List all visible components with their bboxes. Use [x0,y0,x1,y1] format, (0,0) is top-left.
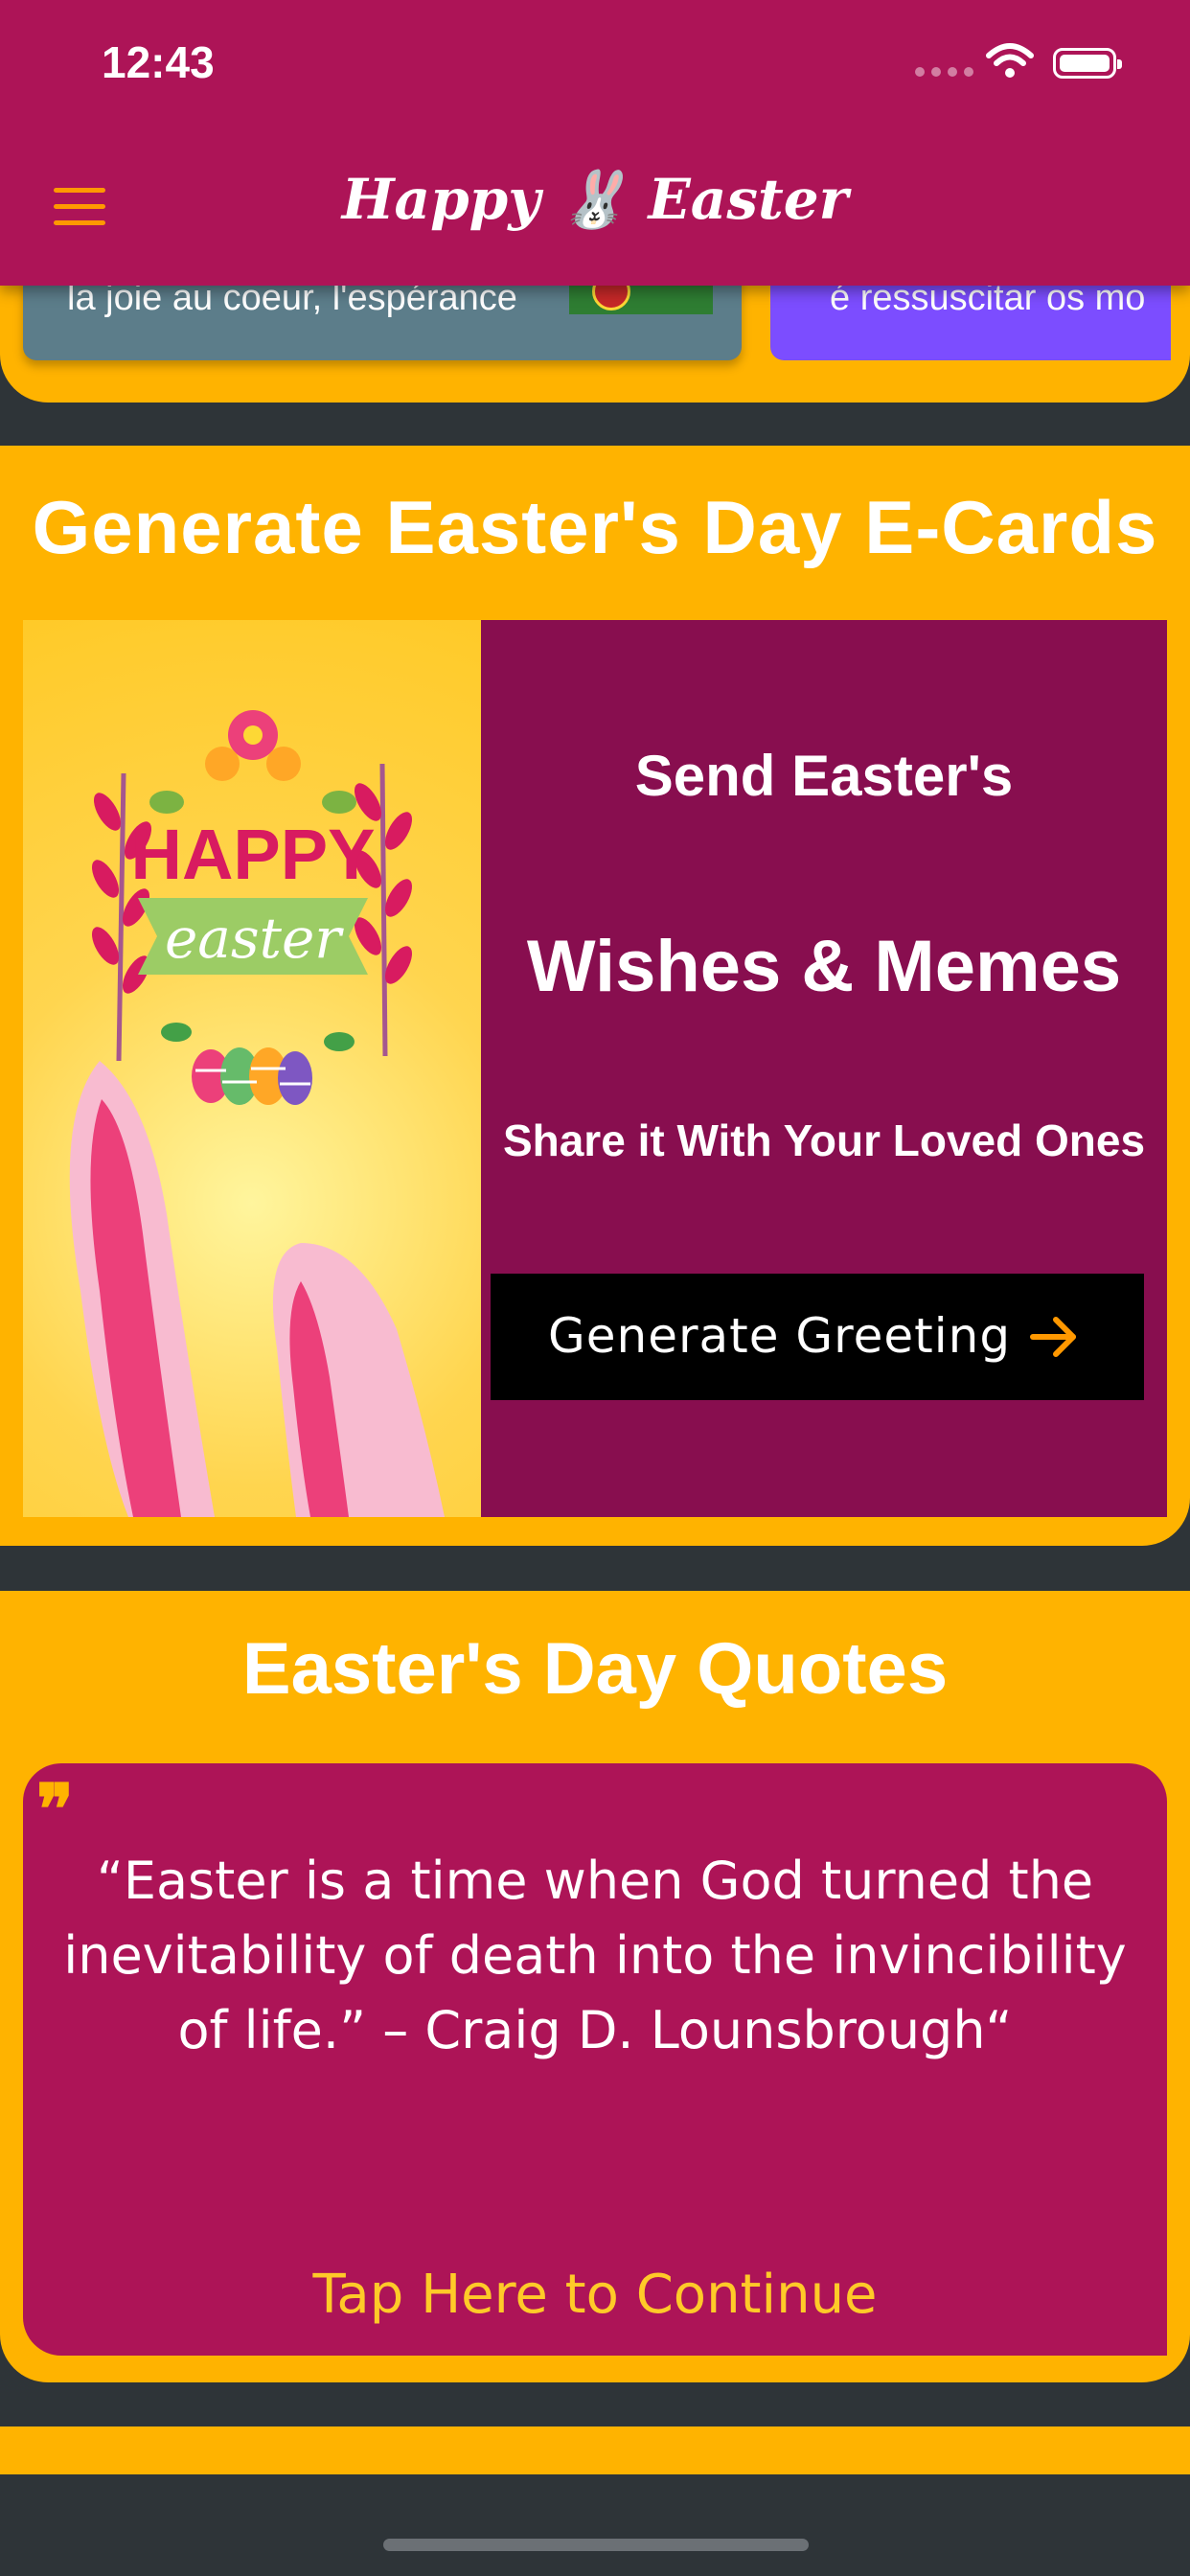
generate-greeting-label: Generate Greeting [548,1308,1012,1364]
app-header: 12:43 Happy 🐰 Easter [0,0,1190,286]
next-section-edge [0,2426,1190,2474]
ecard-send-line: Send Easter's [634,744,1014,808]
quote-text: “Easter is a time when God turned the in… [63,1851,1127,2060]
tap-to-continue-link[interactable]: Tap Here to Continue [23,2264,1167,2326]
home-indicator[interactable] [383,2539,809,2551]
generate-greeting-button[interactable]: Generate Greeting [491,1274,1144,1400]
quote-mark-icon: ❞ [36,1768,74,1850]
ecard-section: Generate Easter's Day E-Cards HAPPY east… [0,446,1190,1546]
quotes-section: Easter's Day Quotes ❞ “Easter is a time … [0,1591,1190,2382]
battery-icon [1053,48,1122,79]
ecard-section-title: Generate Easter's Day E-Cards [32,485,1158,569]
ecard-wishes-line: Wishes & Memes [526,926,1122,1007]
quotes-section-title: Easter's Day Quotes [241,1628,949,1710]
easter-card-image: HAPPY easter [23,620,481,1517]
ecard-text-area: Send Easter's Wishes & Memes Share it Wi… [481,620,1167,1517]
quote-card[interactable]: ❞ “Easter is a time when God turned the … [23,1763,1167,2356]
cellular-signal-icon [915,67,973,77]
status-time: 12:43 [102,37,215,87]
ecard-share-line: Share it With Your Loved Ones [502,1116,1146,1165]
arrow-right-icon [1030,1317,1076,1357]
wifi-icon [986,43,1034,78]
app-title: Happy 🐰 Easter [341,167,849,232]
easter-bunny-illustration: HAPPY easter [69,710,445,1517]
ecard-panel[interactable]: HAPPY easter Send Easter's Wishes & Meme… [23,620,1167,1517]
card-easter-text: easter [165,906,344,971]
card-happy-text: HAPPY [131,815,376,894]
